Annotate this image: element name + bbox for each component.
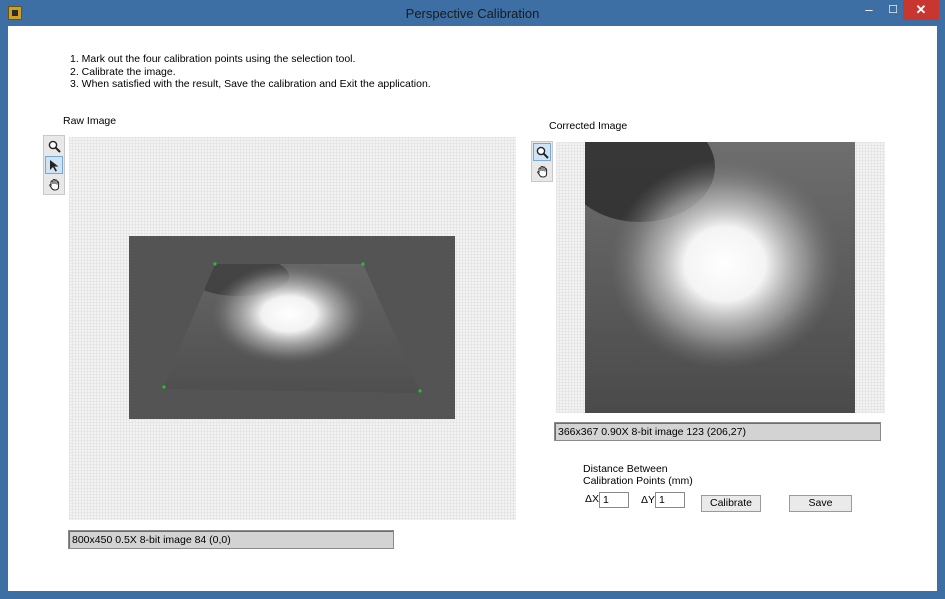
calibration-point[interactable] <box>162 385 166 389</box>
calibration-heading-line1: Distance Between <box>583 463 668 475</box>
pointer-icon[interactable] <box>45 156 63 174</box>
raw-image-label: Raw Image <box>63 115 117 127</box>
app-window: Perspective Calibration – ☐ ✕ 1. Mark ou… <box>0 0 945 599</box>
save-button[interactable]: Save <box>789 495 852 512</box>
corrected-image-toolbar <box>531 141 553 182</box>
instructions: 1. Mark out the four calibration points … <box>70 53 431 91</box>
delta-y-input[interactable]: 1 <box>655 492 685 508</box>
raw-image-status: 800x450 0.5X 8-bit image 84 (0,0) <box>68 530 394 549</box>
calibration-point[interactable] <box>213 262 217 266</box>
client-area: 1. Mark out the four calibration points … <box>8 26 937 591</box>
window-title: Perspective Calibration <box>405 6 540 21</box>
instruction-1: 1. Mark out the four calibration points … <box>70 53 356 65</box>
pan-hand-icon[interactable] <box>45 175 63 193</box>
calibration-heading-line2: Calibration Points (mm) <box>583 475 693 487</box>
calibrate-button[interactable]: Calibrate <box>701 495 761 512</box>
pan-hand-icon[interactable] <box>533 162 551 180</box>
corrected-image-display[interactable] <box>556 142 885 413</box>
instruction-2: 2. Calibrate the image. <box>70 65 176 78</box>
delta-x-label: ΔX <box>585 493 600 505</box>
corrected-image-label: Corrected Image <box>549 120 628 132</box>
calibration-point[interactable] <box>361 262 365 266</box>
calibration-point[interactable] <box>418 389 422 393</box>
raw-image <box>129 236 455 419</box>
corrected-image-status: 366x367 0.90X 8-bit image 123 (206,27) <box>554 422 881 441</box>
instruction-3: 3. When satisfied with the result, Save … <box>70 78 431 90</box>
corrected-image <box>585 142 855 413</box>
zoom-icon[interactable] <box>533 143 551 161</box>
raw-image-display[interactable] <box>69 137 516 520</box>
title-bar[interactable]: Perspective Calibration – ☐ ✕ <box>0 0 945 26</box>
zoom-icon[interactable] <box>45 137 63 155</box>
delta-y-label: ΔY <box>641 494 656 506</box>
minimize-button[interactable]: – <box>856 0 882 20</box>
delta-x-input[interactable]: 1 <box>599 492 629 508</box>
raw-image-toolbar <box>43 135 65 195</box>
close-button[interactable]: ✕ <box>903 0 939 20</box>
